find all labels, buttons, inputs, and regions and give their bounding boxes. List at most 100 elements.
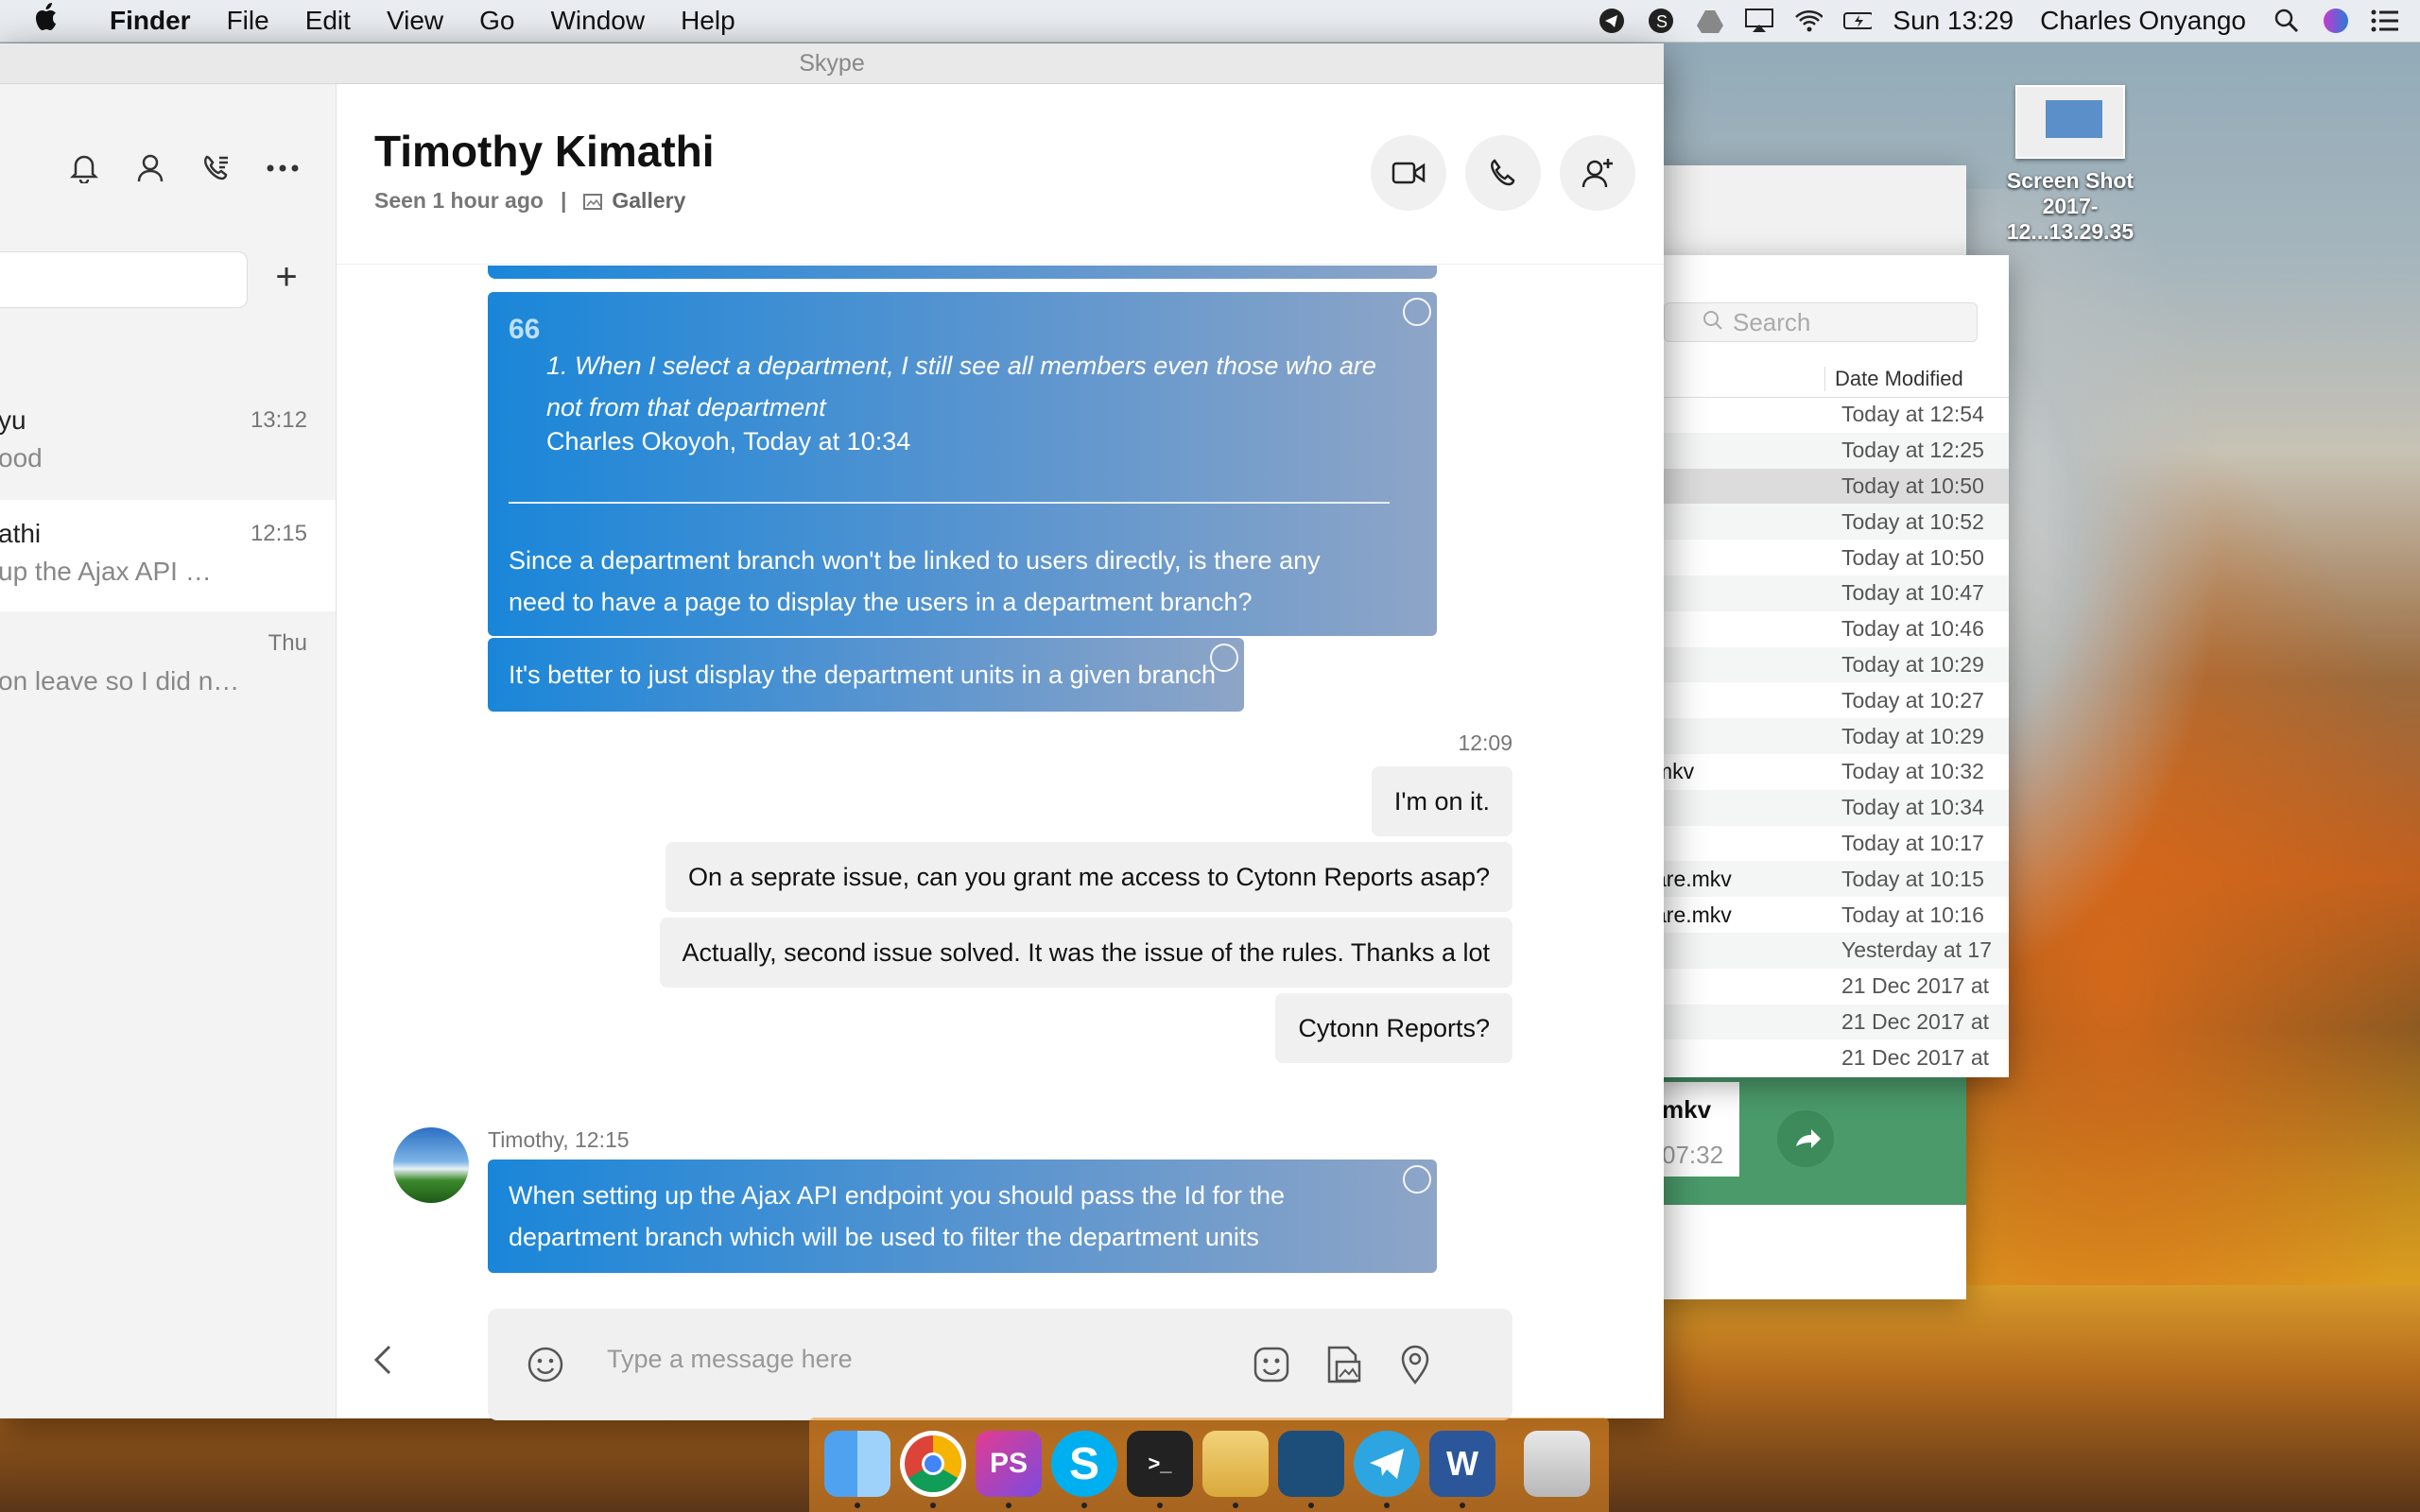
- outgoing-message[interactable]: On a seprate issue, can you grant me acc…: [666, 842, 1512, 912]
- reaction-smiley-icon[interactable]: [1403, 1165, 1431, 1194]
- notification-center-icon[interactable]: [2371, 7, 2399, 35]
- word-icon[interactable]: W: [1429, 1431, 1495, 1497]
- outgoing-message[interactable]: I'm on it.: [1371, 766, 1512, 836]
- chrome-icon[interactable]: [900, 1431, 966, 1497]
- file-row[interactable]: Today at 10:29: [1645, 646, 2009, 683]
- file-row[interactable]: Today at 10:52: [1645, 504, 2009, 541]
- running-indicator: [1460, 1503, 1465, 1508]
- menu-edit[interactable]: Edit: [305, 6, 351, 36]
- emoji-icon[interactable]: [526, 1345, 565, 1384]
- new-chat-plus-icon[interactable]: +: [268, 258, 305, 298]
- menu-go[interactable]: Go: [479, 6, 514, 36]
- file-row[interactable]: Today at 12:54: [1645, 397, 2009, 433]
- telegram-tray-icon[interactable]: [1598, 7, 1626, 35]
- date-modified-header[interactable]: Date Modified: [1824, 367, 1963, 391]
- menu-help[interactable]: Help: [681, 6, 735, 36]
- file-row[interactable]: 21 Dec 2017 at: [1645, 1040, 2009, 1075]
- dialpad-call-icon[interactable]: [199, 150, 234, 186]
- spotlight-search-icon[interactable]: [2273, 7, 2301, 35]
- reaction-smiley-icon[interactable]: [1210, 644, 1238, 672]
- add-participant-button[interactable]: [1560, 135, 1635, 211]
- menu-finder[interactable]: Finder: [110, 6, 191, 36]
- people-search-input[interactable]: [0, 251, 248, 308]
- file-row[interactable]: Today at 10:29: [1645, 718, 2009, 754]
- file-row[interactable]: 21 Dec 2017 at: [1645, 1004, 2009, 1040]
- quoted-reply-bubble[interactable]: 66 1. When I select a department, I stil…: [488, 292, 1437, 636]
- file-row[interactable]: are.mkv Today at 10:16: [1645, 897, 2009, 933]
- menu-file[interactable]: File: [227, 6, 269, 36]
- sequel-pro-icon[interactable]: [1202, 1431, 1269, 1497]
- file-row[interactable]: Today at 10:50: [1645, 468, 2009, 505]
- video-call-button[interactable]: [1371, 135, 1446, 211]
- siri-icon[interactable]: [2322, 7, 2350, 35]
- contacts-icon[interactable]: [132, 150, 168, 186]
- finder-search-input[interactable]: Search: [1664, 302, 1978, 342]
- file-row[interactable]: Yesterday at 17: [1645, 932, 2009, 969]
- reaction-smiley-icon[interactable]: [1403, 298, 1431, 326]
- phpstorm-icon[interactable]: PS: [976, 1431, 1042, 1497]
- menu-window[interactable]: Window: [550, 6, 645, 36]
- mysql-workbench-icon[interactable]: [1278, 1431, 1344, 1497]
- audio-call-button[interactable]: [1465, 135, 1541, 211]
- file-row[interactable]: Today at 10:46: [1645, 611, 2009, 647]
- conversation-item[interactable]: yu ood 13:12: [0, 387, 336, 498]
- location-pin-icon[interactable]: [1395, 1345, 1435, 1384]
- file-row[interactable]: Today at 12:25: [1645, 432, 2009, 469]
- desktop-icon-label-1: Screen Shot: [2006, 168, 2135, 193]
- contact-name[interactable]: Timothy Kimathi: [374, 126, 715, 177]
- skype-tray-icon[interactable]: S: [1647, 7, 1675, 35]
- file-date-modified: Today at 10:29: [1841, 723, 1984, 748]
- sticker-icon[interactable]: [1252, 1345, 1291, 1384]
- file-date-modified: Today at 10:52: [1841, 508, 1984, 534]
- menubar-user[interactable]: Charles Onyango: [2040, 6, 2246, 36]
- file-row[interactable]: Today at 10:47: [1645, 575, 2009, 611]
- previous-message-bubble[interactable]: [488, 266, 1437, 279]
- notifications-bell-icon[interactable]: [66, 150, 102, 186]
- conversation-time: Thu: [268, 630, 307, 656]
- share-button[interactable]: [1777, 1110, 1834, 1167]
- finder-icon[interactable]: [824, 1431, 890, 1497]
- airplay-icon[interactable]: [1745, 7, 1774, 35]
- wifi-icon[interactable]: [1794, 7, 1824, 35]
- video-camera-icon: [1392, 162, 1426, 184]
- sender-line: Timothy, 12:15: [488, 1127, 630, 1152]
- file-row[interactable]: Today at 10:34: [1645, 789, 2009, 826]
- gallery-label: Gallery: [612, 188, 686, 213]
- gallery-link[interactable]: Gallery: [583, 188, 685, 214]
- back-chevron-icon[interactable]: [365, 1341, 403, 1379]
- message-bubble[interactable]: When setting up the Ajax API endpoint yo…: [488, 1160, 1437, 1273]
- desktop-screenshot-file[interactable]: Screen Shot 2017-12...13.29.35: [2004, 85, 2136, 245]
- file-row[interactable]: Today at 10:27: [1645, 682, 2009, 718]
- file-row[interactable]: 21 Dec 2017 at: [1645, 969, 2009, 1005]
- google-drive-tray-icon[interactable]: [1696, 7, 1724, 35]
- last-seen: Seen 1 hour ago: [374, 188, 544, 213]
- outgoing-message[interactable]: Actually, second issue solved. It was th…: [659, 918, 1512, 988]
- terminal-icon[interactable]: >_: [1127, 1431, 1193, 1497]
- trash-icon[interactable]: [1524, 1431, 1590, 1497]
- file-gallery-icon[interactable]: [1323, 1345, 1363, 1384]
- battery-icon[interactable]: [1843, 7, 1873, 35]
- file-row[interactable]: Today at 10:17: [1645, 826, 2009, 862]
- outgoing-message[interactable]: Cytonn Reports?: [1275, 993, 1512, 1063]
- more-options-icon[interactable]: [265, 150, 301, 186]
- chat-pane: Timothy Kimathi Seen 1 hour ago | Galler…: [337, 84, 1664, 1420]
- file-date-modified: Today at 10:16: [1841, 902, 1984, 927]
- contact-avatar[interactable]: [393, 1127, 469, 1203]
- column-header[interactable]: Date Modified: [1645, 361, 2009, 398]
- file-row[interactable]: are.mkv Today at 10:15: [1645, 861, 2009, 898]
- message-composer[interactable]: Type a message here: [488, 1309, 1512, 1420]
- conversation-name: yu: [0, 405, 26, 435]
- conversation-name: athi: [0, 519, 42, 548]
- conversation-item[interactable]: on leave so I did n… Thu: [0, 610, 336, 721]
- running-indicator: [1384, 1503, 1390, 1508]
- conversation-item-active[interactable]: athi up the Ajax API … 12:15: [0, 500, 336, 611]
- message-bubble[interactable]: It's better to just display the departme…: [488, 638, 1244, 712]
- menubar-clock[interactable]: Sun 13:29: [1893, 6, 2014, 36]
- file-row[interactable]: mkv Today at 10:32: [1645, 754, 2009, 790]
- apple-menu-icon[interactable]: [34, 2, 76, 40]
- skype-icon[interactable]: S: [1051, 1431, 1117, 1497]
- file-row[interactable]: Today at 10:50: [1645, 540, 2009, 576]
- telegram-icon[interactable]: [1354, 1431, 1420, 1497]
- menu-view[interactable]: View: [387, 6, 443, 36]
- file-date-modified: Yesterday at 17: [1841, 937, 1992, 963]
